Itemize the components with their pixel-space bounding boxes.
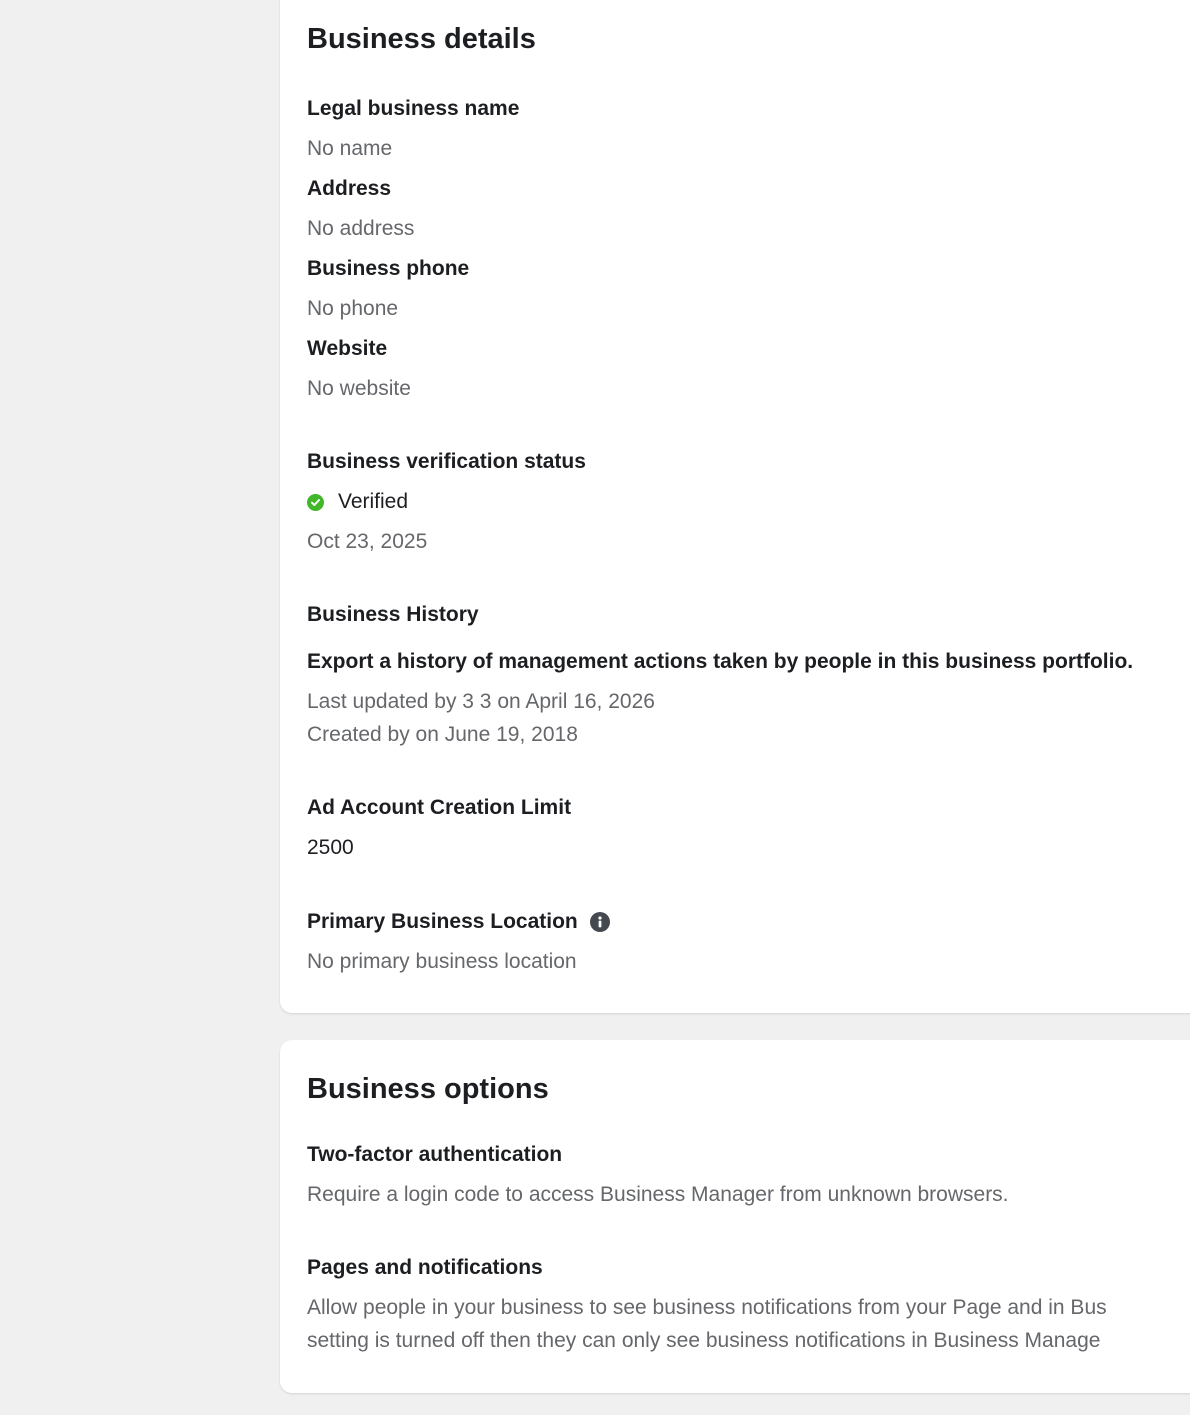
phone-value: No phone	[307, 297, 399, 320]
pages-notifications-description-line1: Allow people in your business to see bus…	[307, 1296, 1107, 1319]
pages-notifications-label: Pages and notifications	[307, 1256, 543, 1279]
pages-notifications-description-line2: setting is turned off then they can only…	[307, 1329, 1101, 1352]
verification-status-row: Verified	[307, 490, 408, 514]
verification-status-label: Business verification status	[307, 450, 586, 473]
verification-status-text: Verified	[338, 490, 409, 513]
business-options-title: Business options	[307, 1073, 549, 1105]
check-circle-icon	[307, 493, 324, 511]
primary-location-label: Primary Business Location	[307, 910, 578, 933]
ad-limit-label: Ad Account Creation Limit	[307, 796, 572, 819]
verification-date: Oct 23, 2025	[307, 530, 428, 553]
business-options-card: Business options Two-factor authenticati…	[280, 1040, 1190, 1393]
legal-name-value: No name	[307, 137, 393, 160]
primary-location-header: Primary Business Location	[307, 910, 610, 934]
address-label: Address	[307, 177, 392, 200]
website-label: Website	[307, 337, 388, 360]
business-history-label: Business History	[307, 603, 479, 626]
phone-label: Business phone	[307, 257, 470, 280]
history-last-updated: Last updated by 3 3 on April 16, 2026	[307, 690, 655, 713]
legal-name-label: Legal business name	[307, 97, 520, 120]
website-value: No website	[307, 377, 411, 400]
two-factor-label: Two-factor authentication	[307, 1143, 563, 1166]
two-factor-description: Require a login code to access Business …	[307, 1183, 1009, 1206]
primary-location-value: No primary business location	[307, 950, 577, 973]
address-value: No address	[307, 217, 415, 240]
history-created: Created by on June 19, 2018	[307, 723, 578, 746]
info-icon[interactable]	[589, 912, 610, 932]
export-history-link[interactable]: Export a history of management actions t…	[307, 650, 1133, 674]
business-details-card: Business details Legal business name No …	[280, 0, 1190, 1013]
business-details-title: Business details	[307, 23, 536, 55]
ad-limit-value: 2500	[307, 836, 354, 859]
